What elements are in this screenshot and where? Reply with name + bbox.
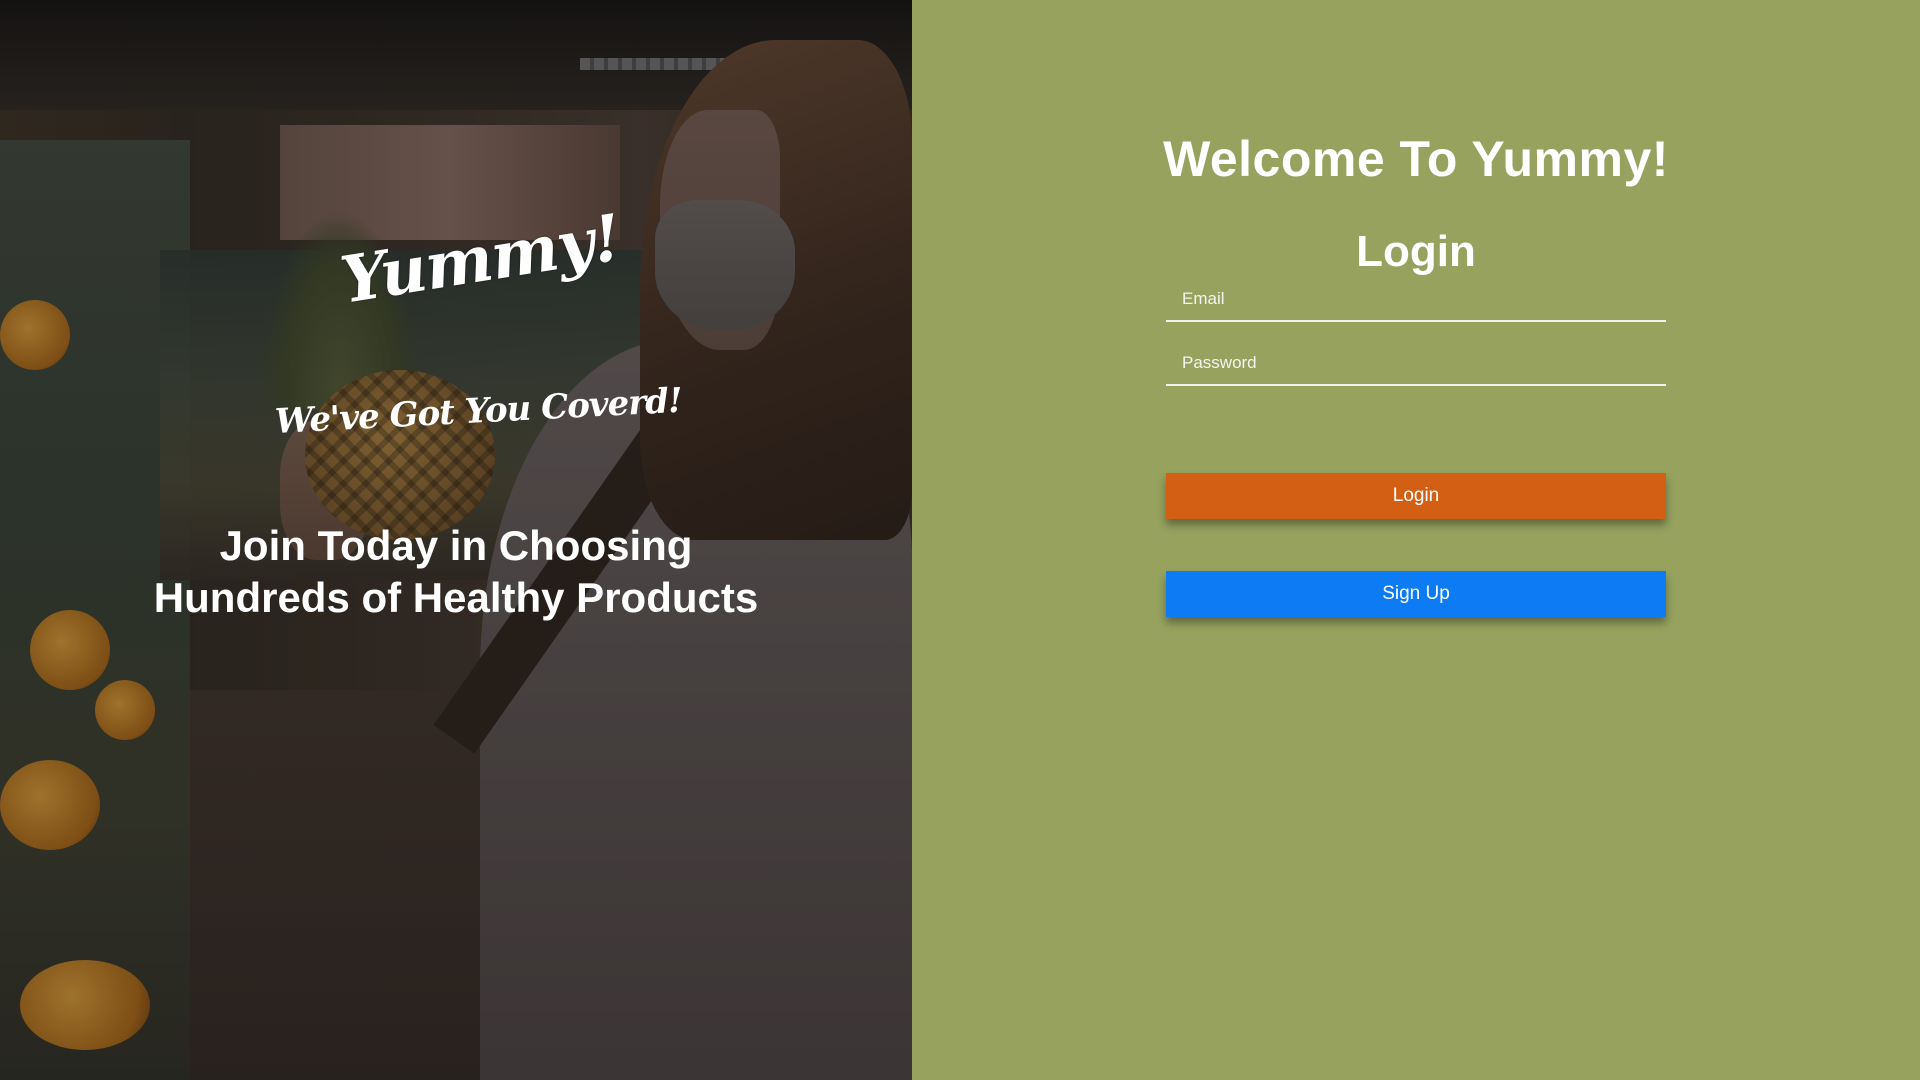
- hero-content: Yummy! We've Got You Coverd! Join Today …: [0, 0, 912, 1080]
- login-page: Yummy! We've Got You Coverd! Join Today …: [0, 0, 1920, 1080]
- login-button[interactable]: Login: [1166, 473, 1666, 519]
- sign-up-button[interactable]: Sign Up: [1166, 571, 1666, 617]
- login-form-panel: Welcome To Yummy! Login Login Sign Up: [912, 0, 1920, 1080]
- welcome-heading: Welcome To Yummy!: [1163, 130, 1669, 187]
- hero-panel: Yummy! We've Got You Coverd! Join Today …: [0, 0, 912, 1080]
- email-field[interactable]: [1166, 278, 1666, 322]
- hero-tagline: We've Got You Coverd!: [273, 380, 683, 442]
- login-heading: Login: [1356, 226, 1476, 276]
- password-field[interactable]: [1166, 342, 1666, 386]
- hero-headline: Join Today in Choosing Hundreds of Healt…: [153, 522, 759, 621]
- brand-logo: Yummy!: [335, 200, 626, 319]
